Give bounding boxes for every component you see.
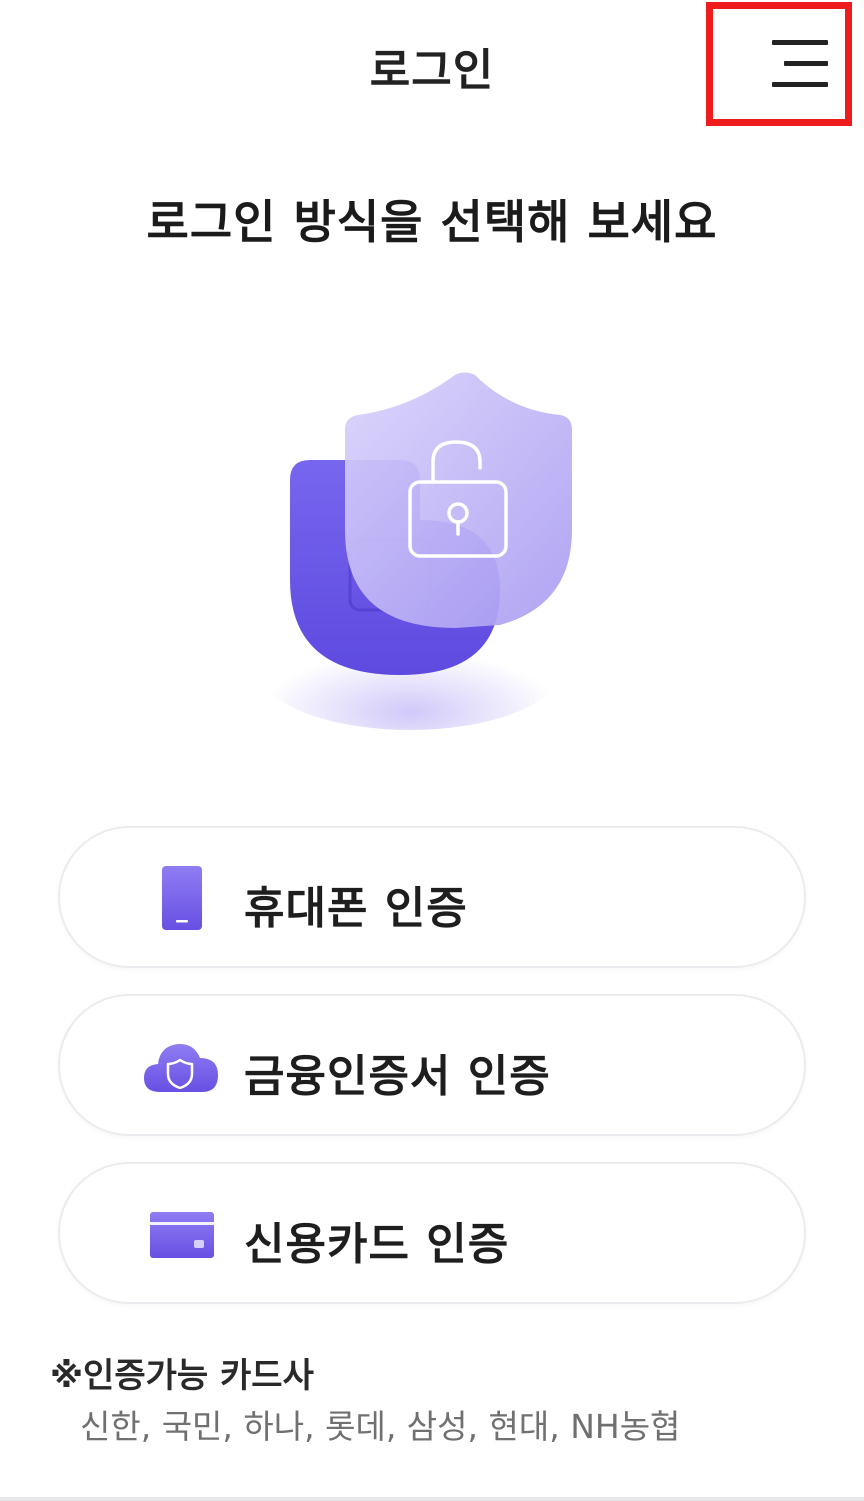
login-method-heading: 로그인 방식을 선택해 보세요 [146, 195, 718, 249]
cloud-shield-icon [144, 1043, 218, 1092]
shield-lock-icon [260, 372, 572, 730]
menu-bar-middle [784, 61, 828, 66]
credit-card-auth-button[interactable]: 신용카드 인증 [58, 1162, 806, 1304]
app-header: 로그인 [0, 0, 864, 130]
menu-bar-bottom [772, 82, 828, 87]
bottom-divider [0, 1497, 864, 1501]
financial-cert-auth-button[interactable]: 금융인증서 인증 [58, 994, 806, 1136]
supported-cards-list: 신한, 국민, 하나, 롯데, 삼성, 현대, NH농협 [80, 1407, 681, 1446]
credit-card-icon [150, 1212, 214, 1258]
financial-cert-auth-label: 금융인증서 인증 [244, 1051, 551, 1102]
phone-icon [162, 866, 202, 930]
supported-cards-title: ※인증가능 카드사 [50, 1356, 314, 1396]
phone-auth-button[interactable]: 휴대폰 인증 [58, 826, 806, 968]
hamburger-menu-icon[interactable] [762, 32, 828, 92]
front-shield [345, 372, 572, 628]
menu-bar-top [772, 40, 828, 45]
credit-card-auth-label: 신용카드 인증 [244, 1219, 510, 1270]
phone-auth-label: 휴대폰 인증 [244, 883, 468, 934]
